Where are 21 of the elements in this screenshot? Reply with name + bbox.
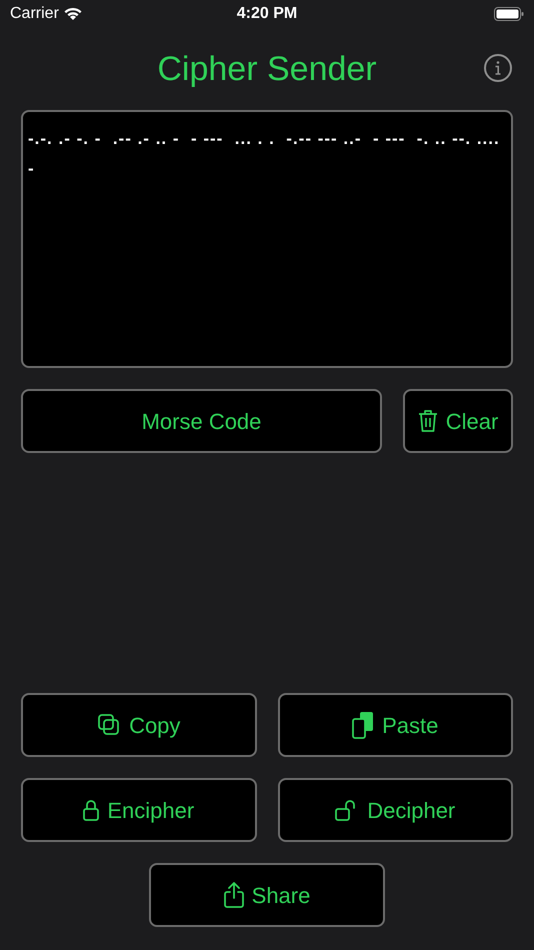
carrier-name: Carrier [10,4,59,24]
info-icon [494,61,502,75]
paste-icon [352,711,374,739]
copy-icon [97,713,122,737]
app-title: Cipher Sender [157,48,377,90]
decipher-button[interactable]: Decipher [278,778,513,842]
clear-button[interactable]: Clear [403,389,513,453]
wifi-icon [62,7,83,21]
battery-icon [494,7,524,21]
morse-code-button[interactable]: Morse Code [21,389,382,453]
message-text-area[interactable]: -.-. .- -. - .-- .- .. - - --- ... . . -.-- --- ..- - --- -. .. --. .... - [21,110,513,368]
encipher-button[interactable]: Encipher [21,778,256,842]
copy-button[interactable]: Copy [21,693,256,757]
clock-time: 4:20 PM [236,4,298,24]
paste-button[interactable]: Paste [278,693,513,757]
lock-icon [83,799,100,821]
share-button[interactable]: Share [149,863,385,927]
trash-icon [418,409,438,433]
share-icon [224,882,244,908]
info-button[interactable] [484,54,512,82]
morse-message: -.-. .- -. - .-- .- .. - - --- ... . . -.-- --- ..- - --- -. .. --. .... - [28,128,501,180]
